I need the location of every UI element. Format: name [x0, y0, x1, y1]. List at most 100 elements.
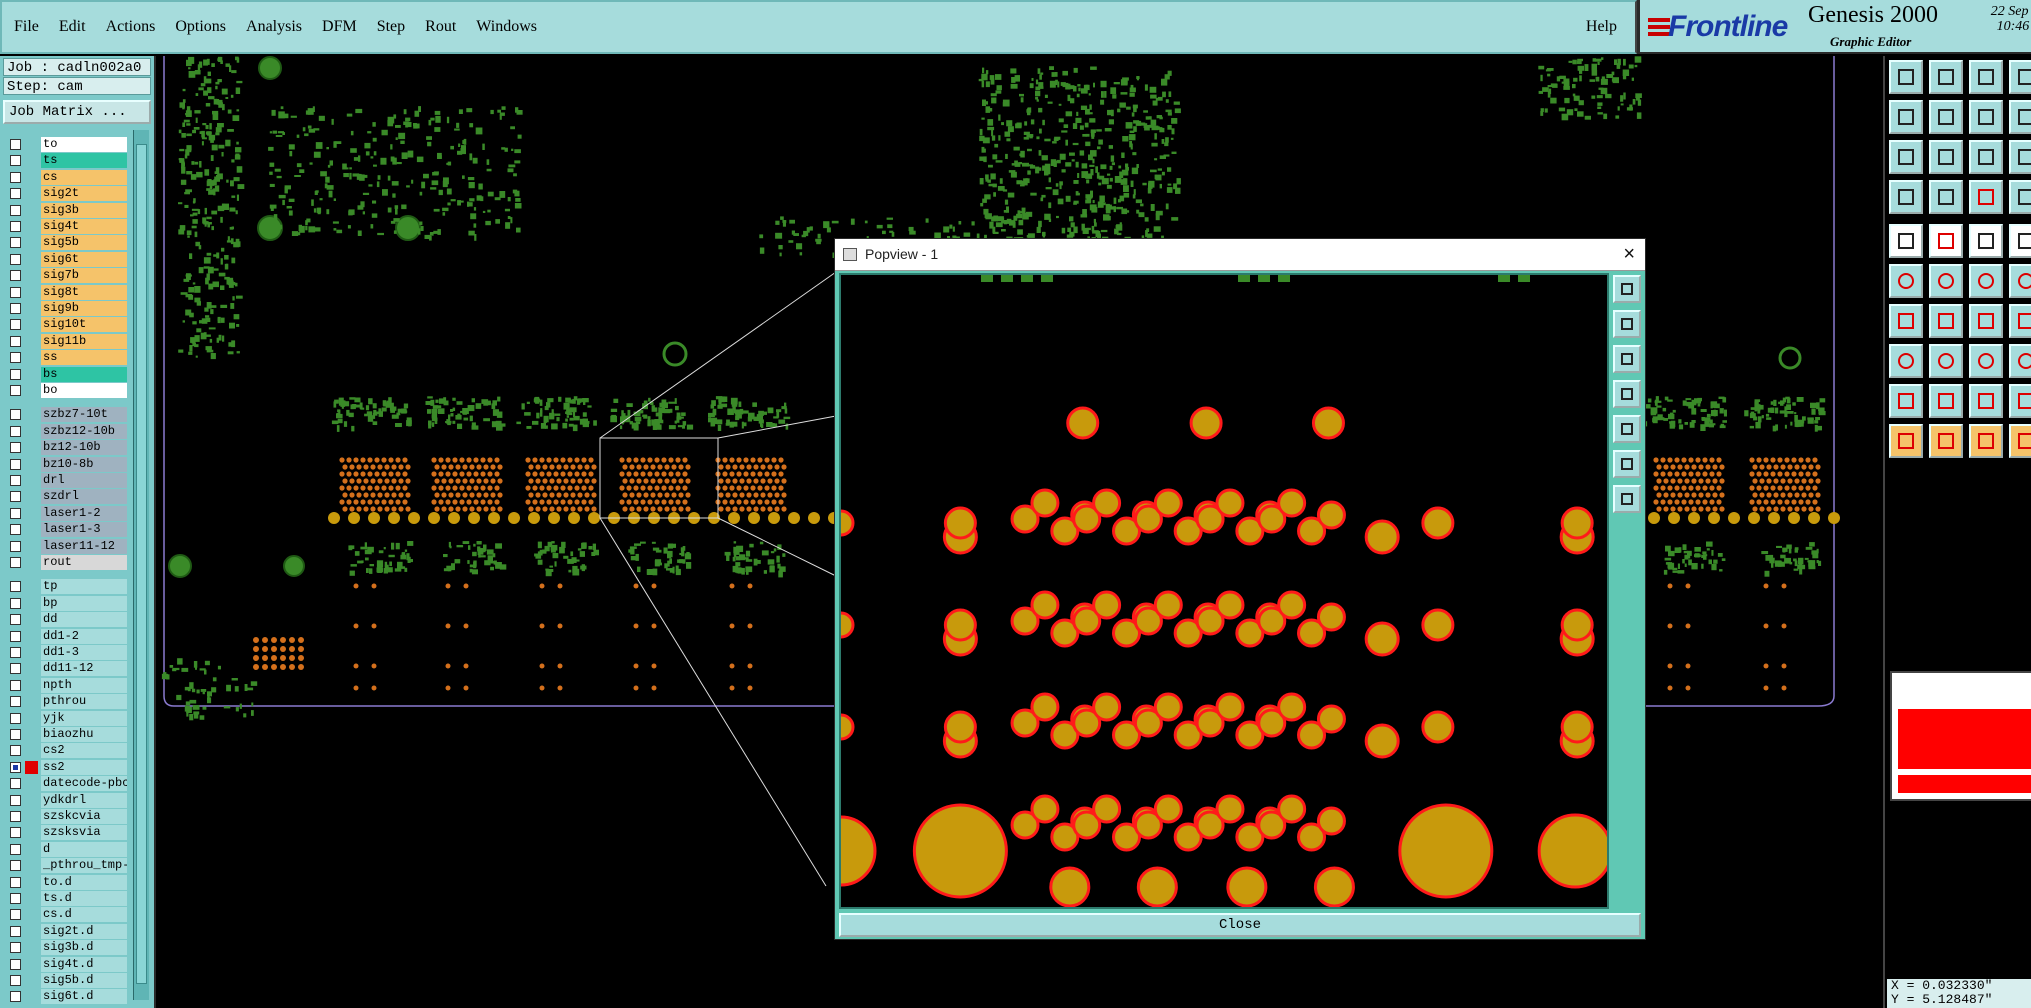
layer-name[interactable]: sig2t.d: [41, 923, 127, 939]
layer-checkbox[interactable]: [10, 188, 21, 200]
tool-help-button[interactable]: [2009, 100, 2031, 134]
menu-dfm[interactable]: DFM: [322, 18, 357, 36]
tool-measure-button[interactable]: [1889, 180, 1923, 214]
tool-scale-button[interactable]: [1969, 140, 2003, 174]
layer-checkbox[interactable]: [10, 335, 21, 347]
layer-name[interactable]: biaozhu: [41, 727, 127, 742]
layer-color-swatch[interactable]: [25, 490, 38, 503]
layer-color-swatch[interactable]: [25, 302, 38, 315]
layer-name[interactable]: szbz7-10t: [41, 407, 127, 423]
layer-checkbox[interactable]: [10, 663, 21, 675]
tool-edge-button[interactable]: [1889, 304, 1923, 338]
layer-row[interactable]: cs: [3, 169, 127, 185]
layer-checkbox[interactable]: [10, 442, 21, 454]
layer-color-swatch[interactable]: [25, 646, 38, 659]
layer-name[interactable]: to.d: [41, 874, 127, 890]
scrollbar-thumb[interactable]: [136, 144, 147, 984]
layer-color-swatch[interactable]: [25, 580, 38, 593]
tool-layer-up-button[interactable]: [1889, 60, 1923, 94]
layer-checkbox[interactable]: [10, 491, 21, 503]
layer-checkbox[interactable]: [10, 876, 21, 888]
overview-map[interactable]: [1890, 671, 2031, 801]
layer-name[interactable]: sig5b.d: [41, 973, 127, 988]
layer-row[interactable]: dd11-12: [3, 660, 127, 677]
popview-titlebar[interactable]: Popview - 1 ×: [835, 239, 1645, 271]
layer-row[interactable]: bz12-10b: [3, 439, 127, 456]
layer-row[interactable]: szbz12-10b: [3, 423, 127, 439]
layer-color-swatch[interactable]: [25, 810, 38, 823]
job-matrix-button[interactable]: Job Matrix ...: [3, 100, 151, 124]
layer-checkbox[interactable]: [10, 204, 21, 216]
layer-name[interactable]: cs: [41, 169, 127, 185]
layer-row[interactable]: sig3b: [3, 202, 127, 218]
layer-row[interactable]: dd1-2: [3, 628, 127, 644]
layer-name[interactable]: npth: [41, 677, 127, 693]
tool-angle-button[interactable]: [2009, 264, 2031, 298]
layer-row[interactable]: cs2: [3, 742, 127, 759]
layer-color-swatch[interactable]: [25, 958, 38, 971]
layer-color-swatch[interactable]: [25, 523, 38, 536]
layer-name[interactable]: cs.d: [41, 907, 127, 923]
layer-checkbox[interactable]: [10, 385, 21, 396]
layer-row[interactable]: sig11b: [3, 333, 127, 349]
tool-fit-button[interactable]: [1889, 140, 1923, 174]
layer-color-swatch[interactable]: [25, 408, 38, 421]
layer-name[interactable]: szbz12-10b: [41, 423, 127, 439]
layer-color-swatch[interactable]: [25, 974, 38, 987]
layer-name[interactable]: sig6t: [41, 251, 127, 267]
layer-color-swatch[interactable]: [25, 458, 38, 471]
layer-color-swatch[interactable]: [25, 154, 38, 167]
layer-checkbox[interactable]: [10, 729, 21, 740]
layer-color-swatch[interactable]: [25, 826, 38, 839]
layer-checkbox[interactable]: [10, 171, 21, 183]
layer-checkbox[interactable]: [10, 319, 21, 331]
layer-row[interactable]: _pthrou_tmp-: [3, 857, 127, 874]
layer-name[interactable]: sig6t.d: [41, 989, 127, 1005]
layer-name[interactable]: sig7b: [41, 268, 127, 284]
layer-checkbox[interactable]: [10, 991, 21, 1003]
layer-row[interactable]: dd: [3, 611, 127, 628]
layer-row[interactable]: biaozhu: [3, 726, 127, 742]
tool-move-node-button[interactable]: [1969, 264, 2003, 298]
layer-checkbox[interactable]: [10, 557, 21, 568]
layer-checkbox[interactable]: [10, 958, 21, 970]
tool-pointer-alt-button[interactable]: [1929, 424, 1963, 458]
tool-slant-button[interactable]: [1929, 304, 1963, 338]
popview-tool-7[interactable]: [1613, 485, 1641, 513]
layer-checkbox[interactable]: [10, 303, 21, 314]
layer-row[interactable]: laser11-12: [3, 538, 127, 554]
layer-row[interactable]: dd1-3: [3, 644, 127, 660]
layer-color-swatch[interactable]: [25, 695, 38, 708]
close-button[interactable]: Close: [839, 913, 1641, 937]
tool-line-button[interactable]: [1929, 344, 1963, 378]
layer-name[interactable]: yjk: [41, 710, 127, 726]
layer-row[interactable]: laser1-2: [3, 505, 127, 521]
layer-name[interactable]: dd: [41, 612, 127, 628]
layer-color-swatch[interactable]: [25, 712, 38, 725]
layer-checkbox[interactable]: [10, 270, 21, 282]
layer-checkbox[interactable]: [10, 712, 21, 724]
tool-pointer-button[interactable]: [1889, 424, 1923, 458]
layer-name[interactable]: ss: [41, 350, 127, 366]
layer-name[interactable]: rout: [41, 555, 127, 570]
layer-row[interactable]: sig7b.d: [3, 1005, 127, 1006]
layer-row[interactable]: sig9b: [3, 300, 127, 316]
tool-pan-left-button[interactable]: [1889, 100, 1923, 134]
layer-name[interactable]: sig11b: [41, 333, 127, 349]
layer-color-swatch[interactable]: [25, 269, 38, 282]
layer-row[interactable]: ts.d: [3, 890, 127, 906]
layer-name[interactable]: pthrou: [41, 694, 127, 710]
tool-text-button[interactable]: [1969, 224, 2003, 258]
layer-row[interactable]: ◂to.d: [3, 874, 127, 890]
layer-color-swatch[interactable]: [25, 236, 38, 249]
layer-row[interactable]: datecode-pbc: [3, 775, 127, 792]
layer-checkbox[interactable]: [10, 286, 21, 298]
layer-color-swatch[interactable]: [25, 925, 38, 938]
layer-name[interactable]: dd1-2: [41, 628, 127, 644]
layer-checkbox[interactable]: [10, 893, 21, 904]
layer-name[interactable]: bo: [41, 383, 127, 398]
layer-color-swatch[interactable]: [25, 679, 38, 692]
menu-actions[interactable]: Actions: [106, 18, 156, 36]
layer-row[interactable]: sig4t: [3, 218, 127, 234]
tool-step-button[interactable]: [2009, 384, 2031, 418]
